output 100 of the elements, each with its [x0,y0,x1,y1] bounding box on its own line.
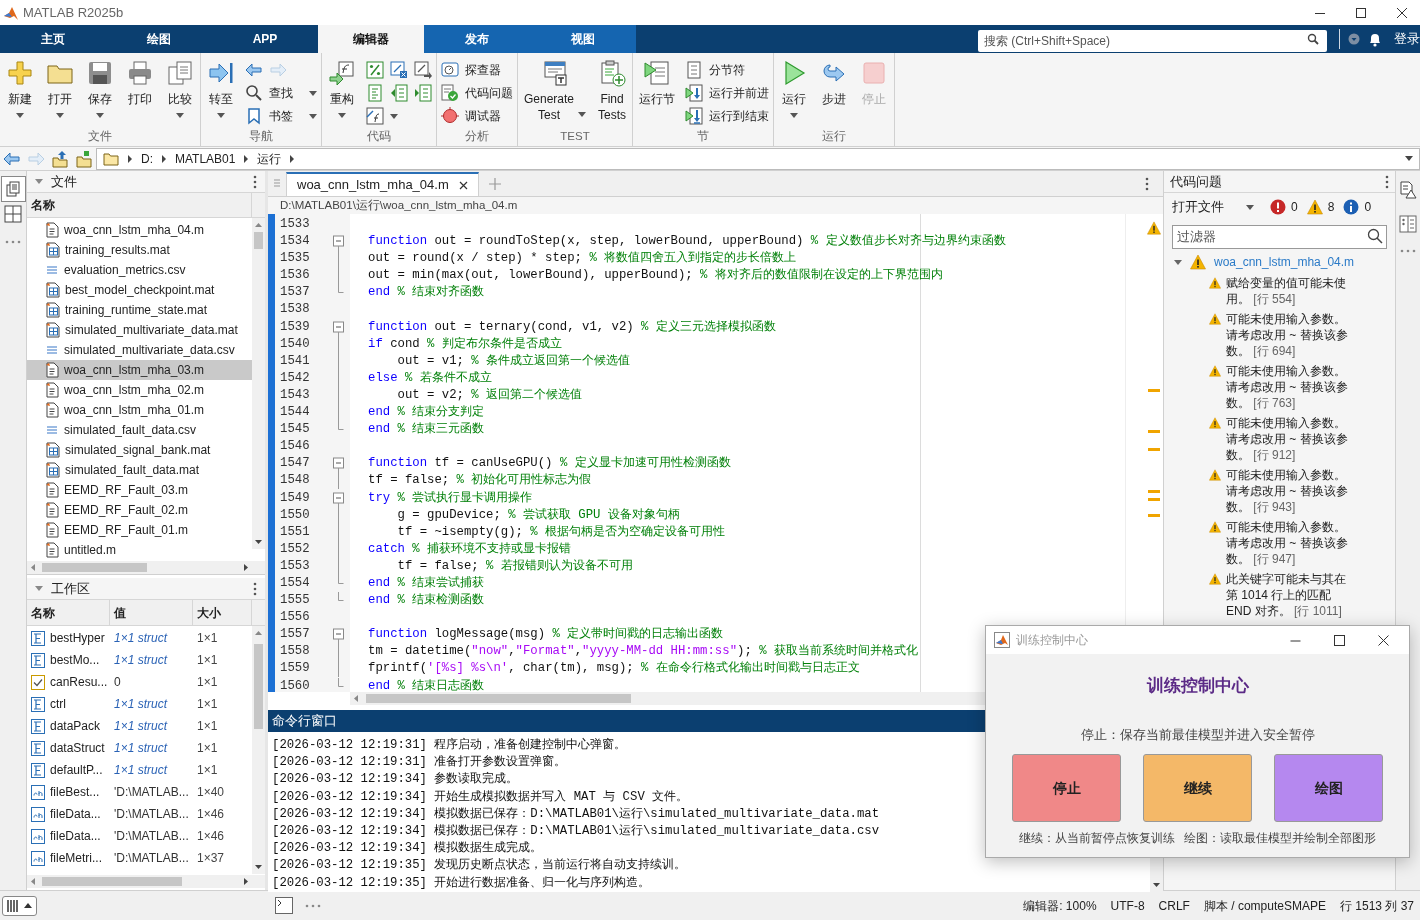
column-header[interactable]: 值 [110,600,193,625]
file-item[interactable]: simulated_fault_data.mat [27,460,252,480]
bell-icon[interactable] [1368,31,1382,47]
file-item[interactable]: EEMD_RF_Fault_03.m [27,480,252,500]
variable-name[interactable]: canResu... [50,673,108,691]
scroll-up-icon[interactable] [255,631,262,635]
ribbon-tab[interactable]: 发布 [424,25,530,53]
file-item[interactable]: woa_cnn_lstm_mha_04.m [27,220,252,240]
maximize-icon[interactable] [1355,6,1367,19]
variable-name[interactable]: fileData... [50,805,101,823]
toolbar-button[interactable]: 运行 [778,59,811,118]
more-options-icon[interactable] [1385,174,1389,189]
fold-button[interactable] [333,489,344,507]
document-warning-icon[interactable] [1399,181,1417,199]
scrollbar[interactable] [27,561,252,574]
toolbar-button[interactable]: 查找 [245,82,317,104]
file-item[interactable]: EEMD_RF_Fault_01.m [27,520,252,540]
scroll-left-icon[interactable] [31,878,35,885]
grid-layout-icon[interactable] [4,205,22,223]
warning-marker[interactable] [1148,430,1160,433]
icon-button[interactable] [366,107,384,125]
warning-marker[interactable] [1148,490,1160,493]
toolbar-button[interactable]: 转至 [205,59,237,118]
scroll-up-icon[interactable] [255,223,262,227]
toolbar-button[interactable]: 运行节 [637,59,678,107]
more-icon[interactable] [1400,249,1416,253]
new-tab-icon[interactable] [488,178,501,190]
icon-button[interactable] [245,61,263,79]
scope-dropdown[interactable]: 打开文件 [1172,197,1254,217]
file-item[interactable]: evaluation_metrics.csv [27,260,252,280]
scrollbar-thumb[interactable] [366,694,631,703]
scrollbar[interactable] [27,875,252,888]
variable-name[interactable]: defaultP... [50,761,103,779]
file-item[interactable]: best_model_checkpoint.mat [27,280,252,300]
file-item[interactable]: simulated_multivariate_data.csv [27,340,252,360]
toolbar-button[interactable]: 运行并前进 [685,82,770,104]
path-crumb[interactable]: MATLAB01 [175,149,236,168]
toolbar-button[interactable]: 保存 [84,59,116,118]
scrollbar[interactable] [252,218,265,549]
files-panel-button[interactable] [0,176,26,202]
file-item[interactable]: training_results.mat [27,240,252,260]
file-item[interactable]: woa_cnn_lstm_mha_02.m [27,380,252,400]
expanded-caret-icon[interactable] [1174,258,1182,266]
filter-field[interactable]: 过滤器 [1172,225,1387,249]
file-item[interactable]: untitled.m [27,540,252,560]
file-item[interactable]: EEMD_RF_Fault_02.m [27,500,252,520]
scroll-left-icon[interactable] [31,564,35,571]
collapse-caret-icon[interactable] [35,586,43,591]
toolbar-button[interactable]: 步进 [818,59,851,107]
toolbar-button[interactable]: 分节符 [685,59,770,81]
sign-in-link[interactable]: 登录 [1390,29,1420,49]
toolbar-button[interactable]: 新建 [4,59,36,118]
variable-name[interactable]: bestHyper [50,629,105,647]
dialog-button[interactable]: 继续 [1143,754,1252,822]
fold-button[interactable] [333,455,344,473]
variable-name[interactable]: dataPack [50,717,101,735]
dialog-button[interactable]: 停止 [1012,754,1121,822]
editor-tab[interactable]: woa_cnn_lstm_mha_04.m [286,172,479,196]
fold-button[interactable] [333,626,344,644]
toolbar-button[interactable]: 打开 [44,59,76,118]
file-item[interactable]: simulated_fault_data.csv [27,420,252,440]
scroll-right-icon[interactable] [244,878,248,885]
close-icon[interactable] [1396,6,1408,19]
scrollbar-thumb[interactable] [42,563,147,572]
toolbar-button[interactable]: 书签 [245,105,317,127]
path-crumb[interactable]: D: [141,149,153,168]
scroll-left-icon[interactable] [354,695,358,702]
command-prompt-icon[interactable] [275,897,293,914]
column-header[interactable]: 大小 [193,600,252,625]
issue-message[interactable]: 赋给变量的值可能未使用。 [行 554] [1226,275,1352,307]
more-options-icon[interactable] [253,174,257,189]
warning-marker[interactable] [1148,498,1160,501]
scrollbar[interactable] [252,626,265,874]
toolbar-button[interactable]: 运行到结束 [685,105,770,127]
more-options-icon[interactable] [253,581,257,596]
scroll-down-icon[interactable] [1153,882,1160,887]
up-folder-icon[interactable] [51,149,69,168]
toolbar-button[interactable]: 重构 [326,59,358,118]
dropdown-icon[interactable] [1348,33,1360,45]
path-crumb[interactable]: 运行 [257,149,282,168]
more-options-icon[interactable] [1145,177,1149,191]
toolbar-button[interactable]: Find Tests [596,59,629,123]
toolbar-button[interactable]: 探查器 [441,59,513,81]
fold-button[interactable] [333,318,344,336]
close-icon[interactable] [1378,634,1389,646]
toolbar-button[interactable]: 打印 [124,59,156,107]
scrollbar-thumb[interactable] [254,232,263,249]
icon-button[interactable] [390,84,408,102]
issue-message[interactable]: 可能未使用输入参数。请考虑改用 ~ 替换该参数。 [行 912] [1226,415,1352,463]
file-item[interactable]: woa_cnn_lstm_mha_01.m [27,400,252,420]
dialog-button[interactable]: 绘图 [1274,754,1383,822]
toolbar-button[interactable]: 调试器 [441,105,513,127]
scrollbar-thumb[interactable] [254,644,263,729]
issue-message[interactable]: 可能未使用输入参数。请考虑改用 ~ 替换该参数。 [行 943] [1226,467,1352,515]
icon-button[interactable] [414,61,432,79]
close-icon[interactable] [458,180,468,190]
ribbon-tab[interactable]: 编辑器 [318,25,424,53]
file-link[interactable]: woa_cnn_lstm_mha_04.m [1214,253,1355,271]
toolbar-button[interactable]: Generate Test [522,59,589,123]
search-field[interactable]: 搜索 (Ctrl+Shift+Space) [978,30,1327,52]
